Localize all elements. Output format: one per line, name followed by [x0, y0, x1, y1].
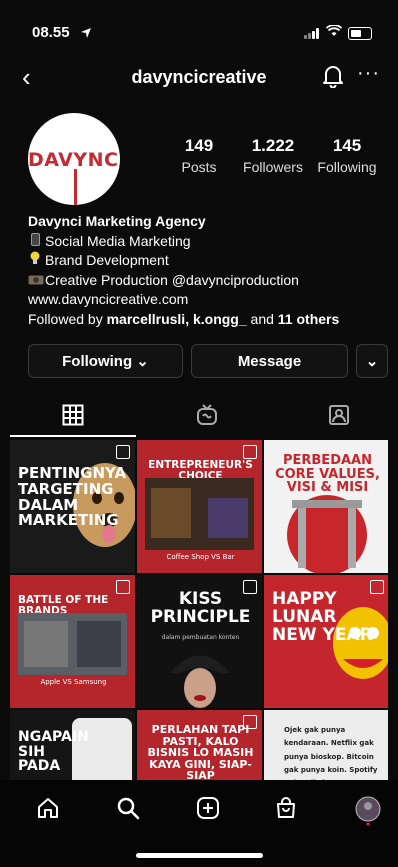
- shop-icon[interactable]: [274, 796, 298, 825]
- post-thumbnail[interactable]: BATTLE OF THE BRANDS Apple VS Samsung: [10, 575, 135, 708]
- post-thumbnail[interactable]: PENTINGNYA TARGETING DALAM MARKETING: [10, 440, 135, 573]
- post-subcaption: dalam pembuatan konten: [161, 634, 240, 641]
- carousel-icon: [370, 580, 384, 594]
- post-subcaption: Apple VS Samsung: [40, 678, 107, 686]
- profile-actions: Following ⌄ Message ⌄: [28, 344, 388, 378]
- carousel-icon: [243, 445, 257, 459]
- post-caption: PERBEDAAN CORE VALUES, VISI & MISI: [275, 453, 380, 496]
- bio-followed-by[interactable]: Followed by marcellrusli, k.ongg_ and 11…: [28, 310, 388, 330]
- search-icon[interactable]: [116, 796, 140, 825]
- post-thumbnail[interactable]: Ojek gak punya kendaraan. Netflix gak pu…: [264, 710, 388, 780]
- photo-placeholder: [18, 613, 127, 675]
- status-time: 08.55: [32, 24, 70, 41]
- post-caption: Ojek gak punya kendaraan. Netflix gak pu…: [284, 726, 378, 780]
- post-thumbnail[interactable]: ENTREPRENEUR'S CHOICE Coffee Shop VS Bar: [137, 440, 262, 573]
- profile-bio: Davynci Marketing Agency Social Media Ma…: [28, 212, 388, 329]
- followed-mid: and: [246, 310, 278, 327]
- post-caption: NGAPAIN SIH PADA: [18, 729, 89, 775]
- post-subcaption: Coffee Shop VS Bar: [166, 553, 235, 561]
- lightbulb-icon: [28, 251, 42, 271]
- profile-tab-avatar[interactable]: [355, 796, 381, 831]
- active-tab-indicator: [10, 435, 136, 437]
- home-icon[interactable]: [36, 796, 60, 825]
- stat-label: Followers: [243, 159, 303, 175]
- stat-posts[interactable]: 149 Posts: [162, 136, 236, 175]
- bio-website[interactable]: www.davyncicreative.com: [28, 290, 388, 310]
- camera-icon: [28, 271, 44, 291]
- followed-names: marcellrusli, k.ongg_: [106, 310, 247, 327]
- stat-value: 145: [332, 136, 362, 155]
- logo-stem: [74, 169, 77, 205]
- posts-grid: PENTINGNYA TARGETING DALAM MARKETING ENT…: [10, 440, 388, 780]
- bio-line-text: Social Media Marketing: [45, 232, 191, 249]
- post-caption: PENTINGNYA TARGETING DALAM MARKETING: [18, 464, 127, 530]
- stat-label: Following: [317, 159, 377, 175]
- suggested-accounts-button[interactable]: ⌄: [356, 344, 388, 378]
- home-indicator[interactable]: [136, 853, 263, 858]
- profile-header: ‹ davyncicreative ···: [0, 60, 398, 96]
- profile-tabs: [0, 398, 398, 438]
- following-button[interactable]: Following ⌄: [28, 344, 183, 378]
- bio-line: Brand Development: [28, 251, 388, 271]
- bio-line: Social Media Marketing: [28, 232, 388, 252]
- bio-name: Davynci Marketing Agency: [28, 213, 206, 229]
- post-caption: KISS PRINCIPLE: [150, 589, 251, 627]
- post-thumbnail[interactable]: KISS PRINCIPLE dalam pembuatan konten: [137, 575, 262, 708]
- davynci-logo: DAVYNCI: [28, 149, 120, 171]
- profile-avatar[interactable]: DAVYNCI: [28, 113, 120, 205]
- signal-icon: [304, 27, 320, 39]
- bio-line: Creative Production @davynciproduction: [28, 271, 388, 291]
- wifi-icon: [325, 24, 343, 42]
- bio-line-text: Brand Development: [45, 252, 169, 268]
- post-caption: PERLAHAN TAPI PASTI, KALO BISNIS LO MASI…: [147, 723, 254, 780]
- bio-line-text: Creative Production @davynciproduction: [45, 271, 299, 288]
- followed-prefix: Followed by: [28, 310, 107, 327]
- stat-value: 1.222: [251, 136, 295, 155]
- stat-following[interactable]: 145 Following: [310, 136, 384, 175]
- carousel-icon: [116, 580, 130, 594]
- tagged-tab-icon[interactable]: [328, 404, 352, 428]
- stat-label: Posts: [181, 159, 217, 175]
- stat-value: 149: [184, 136, 214, 155]
- carousel-icon: [243, 580, 257, 594]
- post-thumbnail[interactable]: HAPPY LUNAR NEW YEAR: [264, 575, 388, 708]
- grid-tab-icon[interactable]: [62, 404, 86, 428]
- battery-icon: [348, 26, 372, 40]
- status-bar: 08.55: [0, 18, 398, 44]
- reels-tab-icon[interactable]: [196, 404, 220, 428]
- profile-stats: 149 Posts 1.222 Followers 145 Following: [162, 136, 384, 175]
- carousel-icon: [116, 445, 130, 459]
- post-caption: HAPPY LUNAR NEW YEAR: [272, 589, 373, 645]
- stat-followers[interactable]: 1.222 Followers: [236, 136, 310, 175]
- phone-icon: [28, 232, 42, 252]
- notification-bell-icon[interactable]: [322, 64, 344, 93]
- phone-screen: 08.55 ‹ davyncicreative ··· DAVYNCI 149 …: [0, 0, 398, 867]
- woman-portrait-illustration: [170, 655, 230, 708]
- post-thumbnail[interactable]: PERLAHAN TAPI PASTI, KALO BISNIS LO MASI…: [137, 710, 262, 780]
- photo-placeholder: [145, 478, 254, 550]
- post-thumbnail[interactable]: PERBEDAAN CORE VALUES, VISI & MISI: [264, 440, 388, 573]
- more-options-button[interactable]: ···: [357, 62, 380, 85]
- new-post-icon[interactable]: [196, 796, 220, 825]
- location-arrow-icon: [80, 26, 92, 44]
- carousel-icon: [243, 715, 257, 729]
- phone-mockup: [72, 718, 132, 780]
- followed-others: 11 others: [277, 310, 340, 327]
- post-thumbnail[interactable]: NGAPAIN SIH PADA: [10, 710, 135, 780]
- message-button[interactable]: Message: [191, 344, 348, 378]
